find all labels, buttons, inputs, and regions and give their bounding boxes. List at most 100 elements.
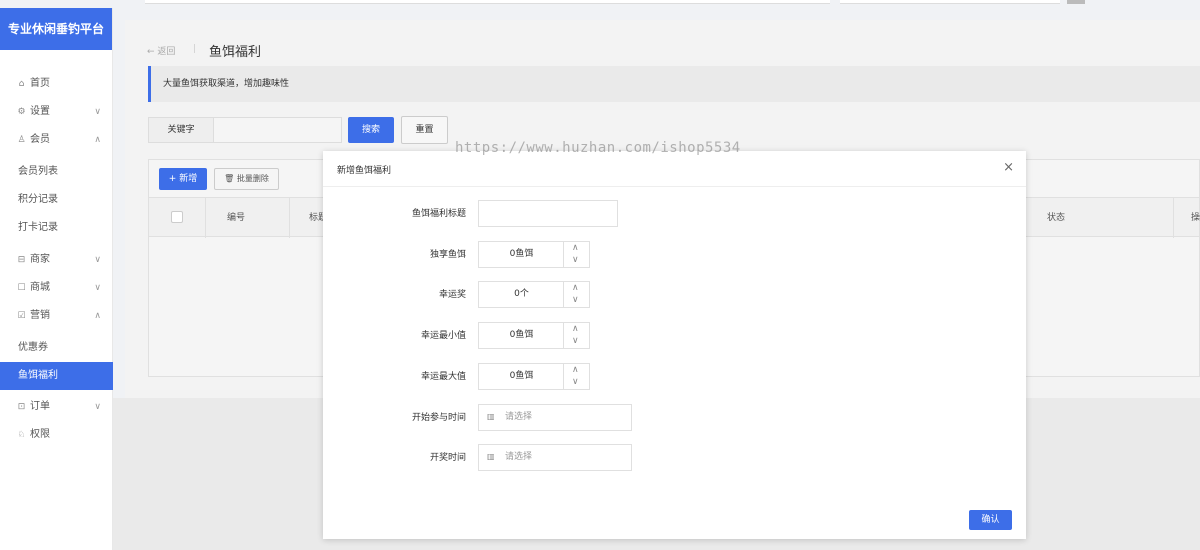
sidebar-item-home[interactable]: ⌂ 首页 [0, 70, 113, 98]
field-label: 幸运最小值 [420, 331, 466, 341]
stepper-value[interactable]: 0鱼饵 [479, 242, 564, 267]
reset-button[interactable]: 重置 [401, 116, 448, 144]
chevron-down-icon[interactable]: ∨ [572, 335, 579, 347]
sidebar-item-member-list[interactable]: 会员列表 [0, 158, 113, 186]
chevron-up-icon[interactable]: ∧ [572, 242, 579, 254]
stepper-controls: ∧ ∨ [563, 282, 589, 307]
sidebar-item-label: 首页 [30, 78, 50, 89]
field-label: 开始参与时间 [411, 413, 466, 423]
stepper-controls: ∧ ∨ [563, 323, 589, 348]
address-bar[interactable] [145, 0, 830, 4]
sidebar-item-label: 营销 [30, 310, 50, 321]
sidebar: 专业休闲垂钓平台 ⌂ 首页 ⚙ 设置 ∨ ♙ 会员 ∧ 会员列表 积分记录 打卡记录 … [0, 8, 113, 550]
sidebar-item-coupon[interactable]: 优惠券 [0, 334, 113, 362]
sidebar-item-label: 权限 [30, 429, 50, 440]
search-button[interactable]: 搜索 [348, 117, 394, 143]
permission-icon: ♘ [17, 430, 26, 440]
modal-title: 新增鱼饵福利 [337, 166, 392, 176]
chevron-up-icon: ∧ [94, 135, 101, 145]
marketing-icon: ☑ [17, 311, 26, 321]
chevron-up-icon[interactable]: ∧ [572, 282, 579, 294]
form-row-lucky-max: 幸运最大值 0鱼饵 ∧ ∨ [323, 363, 1026, 391]
add-button[interactable]: + 新增 [159, 168, 207, 190]
gear-icon: ⚙ [17, 107, 26, 117]
add-bait-welfare-modal: 新增鱼饵福利 × 鱼饵福利标题 独享鱼饵 0鱼饵 ∧ ∨ 幸运奖 0个 ∧ ∨ … [323, 151, 1026, 539]
start-time-picker[interactable]: ▥ 请选择 [478, 404, 632, 431]
sidebar-item-label: 商城 [30, 282, 50, 293]
draw-time-picker[interactable]: ▥ 请选择 [478, 444, 632, 471]
back-link[interactable]: ← 返回 [147, 44, 175, 57]
chevron-down-icon[interactable]: ∨ [572, 294, 579, 306]
calendar-icon: ▥ [487, 412, 495, 421]
form-row-title: 鱼饵福利标题 [323, 200, 1026, 228]
sidebar-item-points-record[interactable]: 积分记录 [0, 186, 113, 214]
browser-top-strip [0, 0, 1200, 8]
keyword-label: 关键字 [148, 117, 214, 143]
chevron-down-icon: ∨ [94, 402, 101, 412]
calendar-icon: ▥ [487, 452, 495, 461]
column-divider [1173, 198, 1174, 238]
browser-button[interactable] [1067, 0, 1085, 4]
lucky-max-stepper[interactable]: 0鱼饵 ∧ ∨ [478, 363, 590, 390]
sidebar-item-checkin-record[interactable]: 打卡记录 [0, 214, 113, 242]
sidebar-item-merchant[interactable]: ⊟ 商家 ∨ [0, 246, 113, 274]
keyword-input[interactable] [214, 117, 342, 143]
watermark-text: https://www.huzhan.com/ishop5534 [455, 140, 741, 156]
sidebar-item-marketing[interactable]: ☑ 营销 ∧ [0, 302, 113, 330]
field-label: 鱼饵福利标题 [411, 209, 466, 219]
app-logo: 专业休闲垂钓平台 [0, 8, 112, 50]
form-row-draw-time: 开奖时间 ▥ 请选择 [323, 444, 1026, 472]
chevron-up-icon: ∧ [94, 311, 101, 321]
lucky-min-stepper[interactable]: 0鱼饵 ∧ ∨ [478, 322, 590, 349]
field-label: 幸运最大值 [420, 372, 466, 382]
batch-delete-button[interactable]: 🗑 批量删除 [214, 168, 279, 190]
chevron-down-icon: ∨ [94, 283, 101, 293]
sidebar-item-mall[interactable]: ☐ 商城 ∨ [0, 274, 113, 302]
sidebar-item-order[interactable]: ⊡ 订单 ∨ [0, 393, 113, 421]
form-row-exclusive-bait: 独享鱼饵 0鱼饵 ∧ ∨ [323, 241, 1026, 269]
column-divider [205, 198, 206, 238]
shop-icon: ☐ [17, 283, 26, 293]
chevron-down-icon[interactable]: ∨ [572, 254, 579, 266]
user-icon: ♙ [17, 135, 26, 145]
sidebar-item-label: 设置 [30, 106, 50, 117]
chevron-up-icon[interactable]: ∧ [572, 364, 579, 376]
form-row-start-time: 开始参与时间 ▥ 请选择 [323, 404, 1026, 432]
stepper-value[interactable]: 0鱼饵 [479, 323, 564, 348]
welfare-title-input[interactable] [478, 200, 618, 227]
batch-delete-label: 批量删除 [236, 174, 269, 183]
home-icon: ⌂ [18, 79, 25, 89]
sidebar-item-label: 商家 [30, 254, 50, 265]
date-placeholder: 请选择 [505, 412, 533, 422]
close-icon[interactable]: × [1003, 160, 1014, 175]
store-icon: ⊟ [17, 255, 26, 265]
stepper-value[interactable]: 0个 [479, 282, 564, 307]
column-header-actions: 操 [1191, 213, 1200, 223]
column-divider [289, 198, 290, 238]
sidebar-item-member[interactable]: ♙ 会员 ∧ [0, 126, 113, 154]
page-header: ← 返回 | 鱼饵福利 [125, 20, 1200, 64]
sidebar-item-settings[interactable]: ⚙ 设置 ∨ [0, 98, 113, 126]
confirm-button[interactable]: 确认 [969, 510, 1012, 530]
trash-icon: 🗑 [224, 174, 235, 183]
stepper-controls: ∧ ∨ [563, 242, 589, 267]
chevron-down-icon: ∨ [94, 107, 101, 117]
lucky-prize-stepper[interactable]: 0个 ∧ ∨ [478, 281, 590, 308]
sidebar-item-permission[interactable]: ♘ 权限 [0, 421, 113, 449]
page-title: 鱼饵福利 [209, 45, 262, 60]
field-label: 幸运奖 [438, 290, 466, 300]
select-all-checkbox[interactable] [171, 211, 183, 223]
chevron-down-icon[interactable]: ∨ [572, 376, 579, 388]
field-label: 独享鱼饵 [429, 250, 466, 260]
field-label: 开奖时间 [429, 453, 466, 463]
sidebar-item-label: 订单 [30, 401, 50, 412]
exclusive-bait-stepper[interactable]: 0鱼饵 ∧ ∨ [478, 241, 590, 268]
stepper-value[interactable]: 0鱼饵 [479, 364, 564, 389]
header-separator: | [193, 44, 197, 54]
column-header-id: 编号 [227, 213, 246, 223]
modal-header: 新增鱼饵福利 × [323, 151, 1026, 187]
sidebar-item-bait-welfare[interactable]: 鱼饵福利 [0, 362, 113, 390]
browser-search-bar[interactable] [840, 0, 1060, 4]
chevron-up-icon[interactable]: ∧ [572, 323, 579, 335]
notice-banner: 大量鱼饵获取渠道，增加趣味性 [148, 66, 1200, 102]
